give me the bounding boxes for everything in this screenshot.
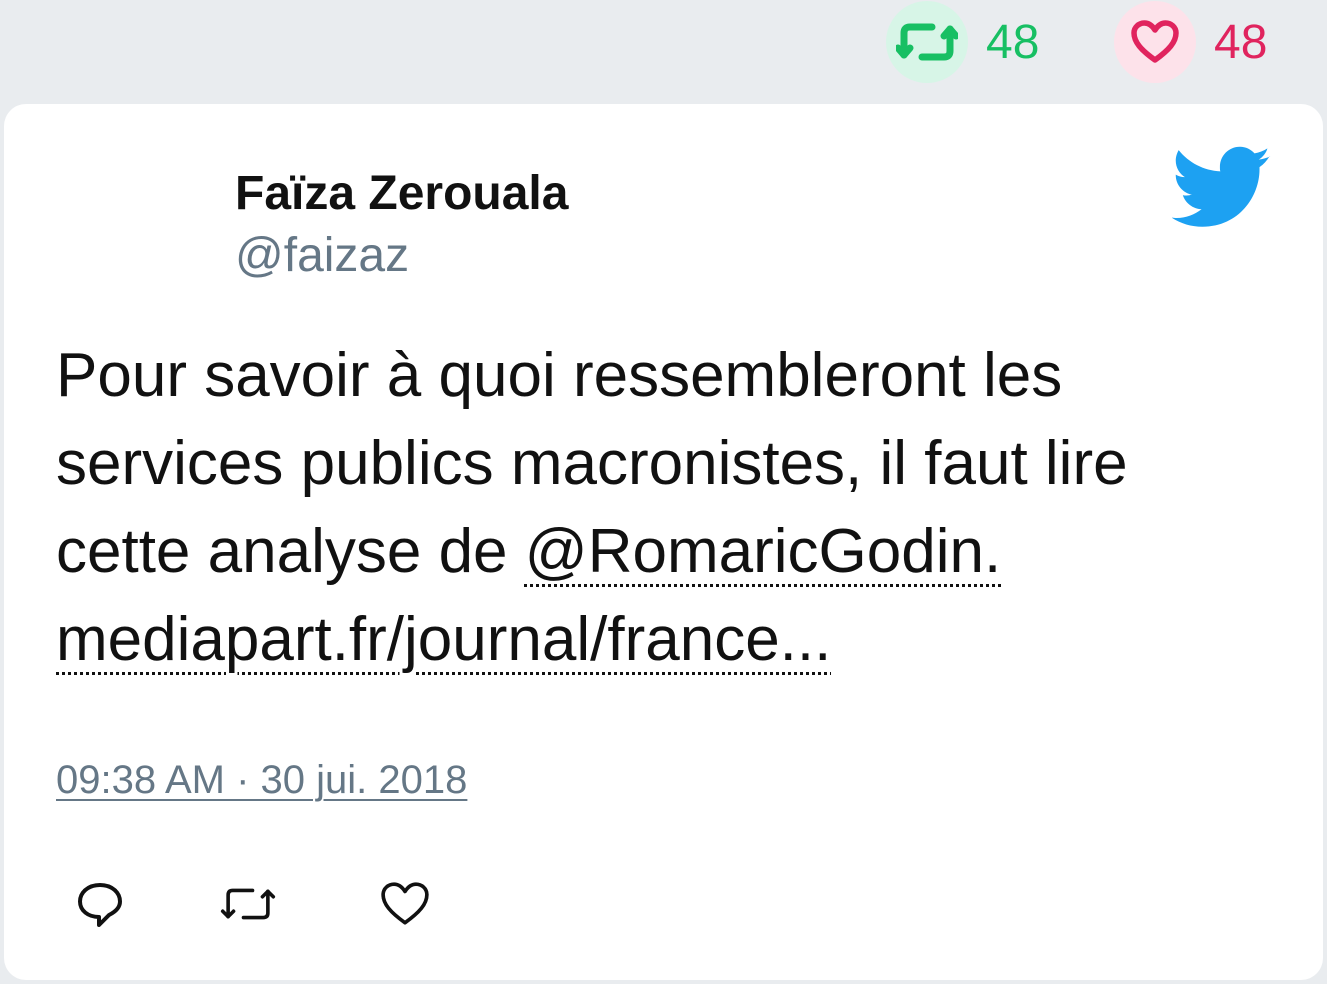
like-action-icon[interactable] xyxy=(377,876,433,932)
like-stat[interactable]: 48 xyxy=(1114,0,1267,84)
twitter-bird-icon[interactable] xyxy=(1171,146,1272,230)
retweet-action-icon[interactable] xyxy=(220,876,276,932)
retweet-count: 48 xyxy=(986,15,1040,69)
tweet-timestamp[interactable]: 09:38 AM · 30 jui. 2018 xyxy=(56,758,467,803)
mention-link[interactable]: @RomaricGodin. xyxy=(525,517,1001,586)
heart-icon[interactable] xyxy=(1114,1,1196,83)
tweet-text: Pour savoir à quoi ressembleront les ser… xyxy=(56,332,1276,684)
reply-icon[interactable] xyxy=(72,876,128,932)
author-name[interactable]: Faïza Zerouala xyxy=(235,166,568,221)
article-link[interactable]: mediapart.fr/journal/france... xyxy=(56,605,831,674)
retweet-icon[interactable] xyxy=(886,1,968,83)
engagement-bar: 48 48 xyxy=(0,0,1327,96)
tweet-card: Faïza Zerouala @faizaz Pour savoir à quo… xyxy=(4,104,1323,980)
author-handle[interactable]: @faizaz xyxy=(235,228,409,283)
like-count: 48 xyxy=(1214,15,1268,69)
retweet-stat[interactable]: 48 xyxy=(886,0,1039,84)
